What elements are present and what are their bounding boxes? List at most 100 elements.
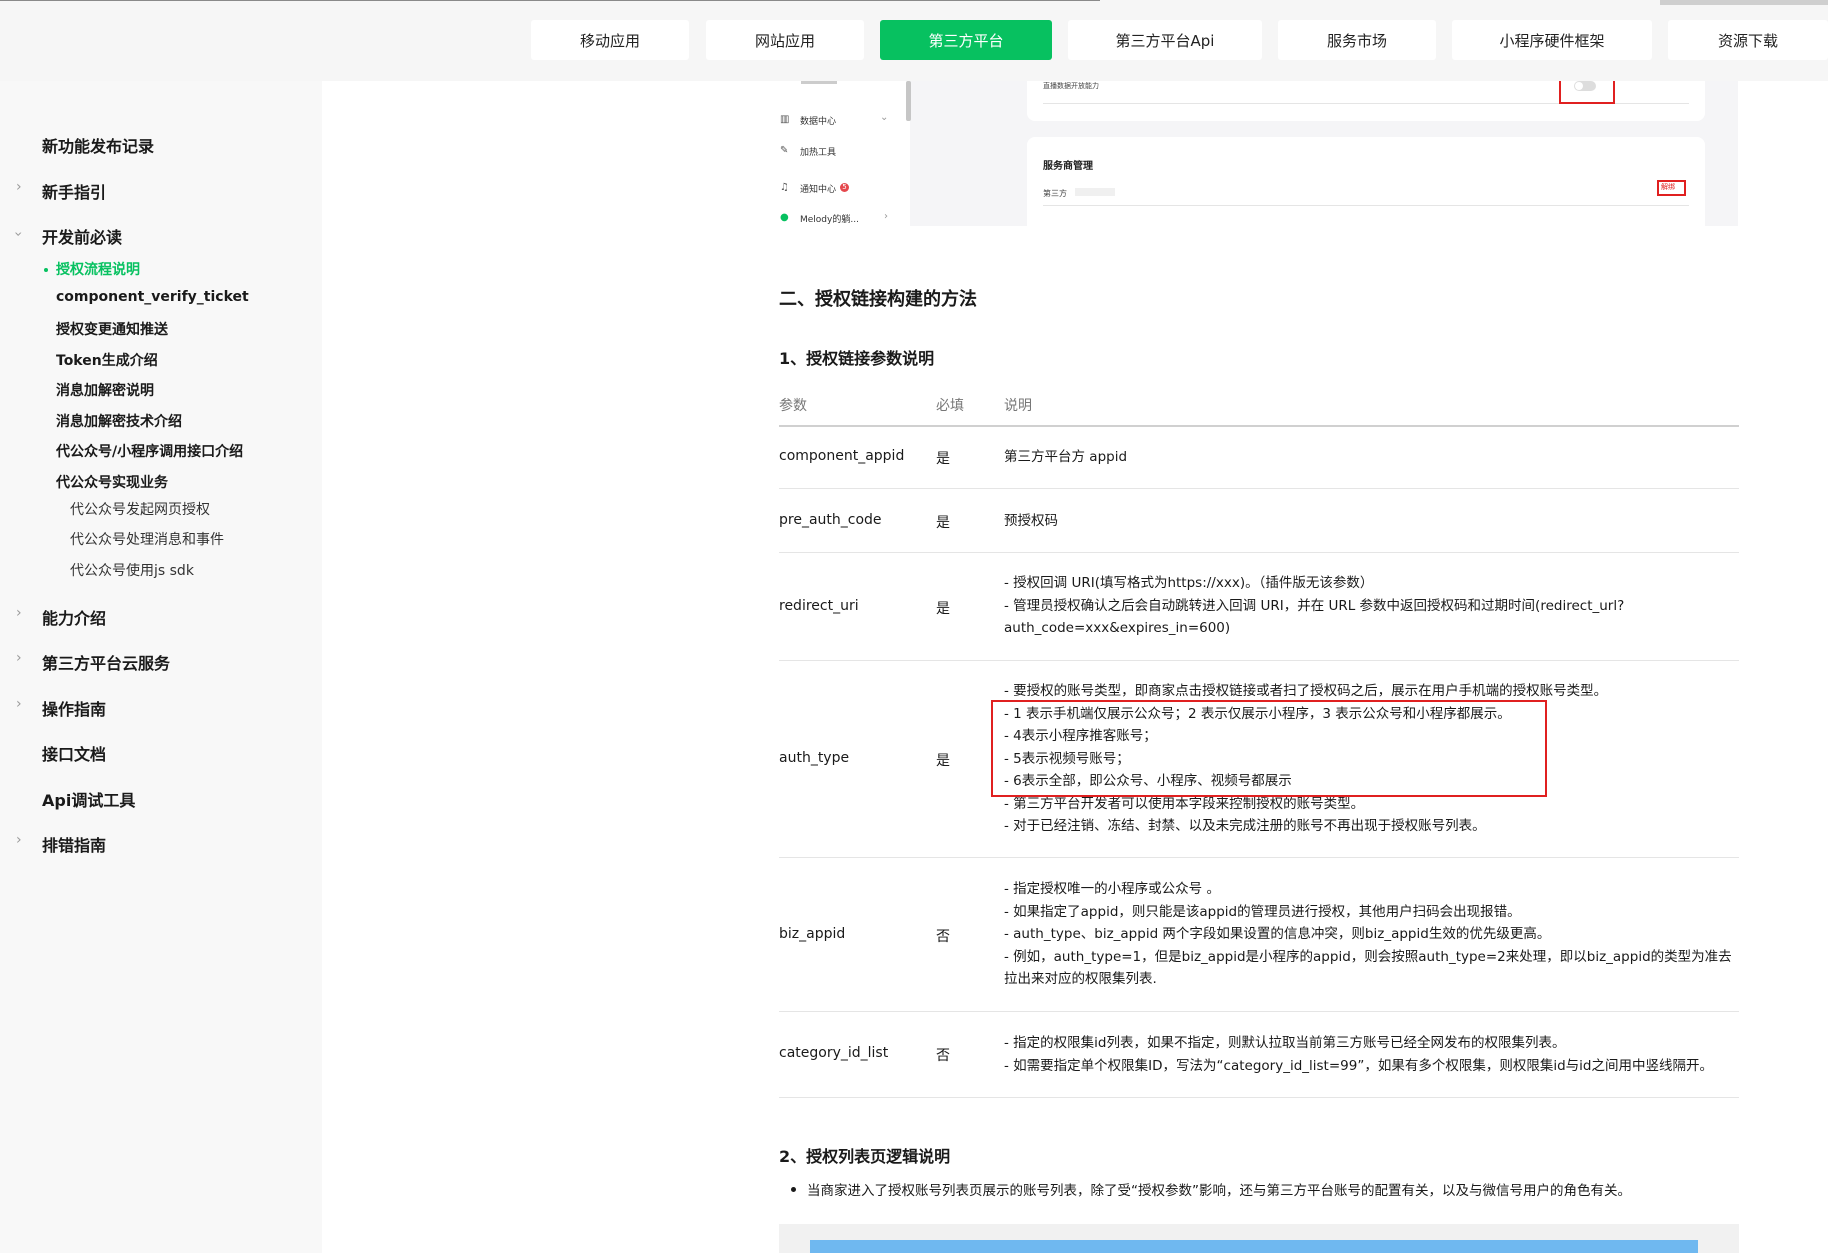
description-line: 拉出来对应的权限集列表.	[1004, 971, 1157, 987]
table-cell-description: - 授权回调 URI(填写格式为https://xxx)。（插件版无该参数） -…	[1004, 572, 1740, 640]
description-line: - 授权回调 URI(填写格式为https://xxx)。（插件版无该参数）	[1004, 575, 1374, 591]
table-cell-required: 是	[936, 515, 950, 531]
tab-resource-download[interactable]: 资源下载	[1668, 20, 1828, 60]
tab-miniprogram-hardware[interactable]: 小程序硬件框架	[1452, 20, 1652, 60]
embedded-screenshot: ▥ 数据中心 ⌄ ✎ 加热工具 ♫ 通知中心 5 ● Melody的躺... ›…	[780, 81, 1738, 226]
window-edge	[0, 0, 1100, 1]
description-line: auth_code=xxx&expires_in=600)	[1004, 620, 1231, 636]
table-cell-param: redirect_uri	[779, 598, 859, 614]
description-line: - 对于已经注销、冻结、封禁、以及未完成注册的账号不再出现于授权账号列表。	[1004, 818, 1486, 834]
description-line: - 如需要指定单个权限集ID，写法为“category_id_list=99”，…	[1004, 1057, 1713, 1074]
sidebar-subitem-auth-flow[interactable]: 授权流程说明	[56, 259, 140, 279]
toggle-label: 直播数据开放能力	[1043, 82, 1099, 90]
screenshot-card: 直播数据开放能力	[1027, 81, 1705, 121]
table-cell-param: auth_type	[779, 750, 850, 766]
sidebar-subitem-encryption[interactable]: 消息加解密说明	[56, 380, 154, 400]
description-line: - 如果指定了appid，则只能是该appid的管理员进行授权，其他用户扫码会出…	[1004, 903, 1521, 920]
chevron-down-icon: ⌄	[880, 112, 889, 123]
chevron-right-icon[interactable]: ›	[16, 697, 22, 711]
sidebar-subitem-verify-ticket[interactable]: component_verify_ticket	[56, 289, 249, 305]
description-line: - 例如，auth_type=1，但是biz_appid是小程序的appid，则…	[1004, 948, 1732, 965]
sidebar-item-cloud-service[interactable]: 第三方平台云服务	[42, 650, 170, 674]
tab-website-app[interactable]: 网站应用	[706, 20, 864, 60]
card-title: 服务商管理	[1043, 161, 1093, 172]
divider	[1043, 205, 1689, 206]
sidebar-subitem-token[interactable]: Token生成介绍	[56, 350, 158, 370]
sidebar-item-troubleshooting[interactable]: 排错指南	[42, 832, 106, 856]
sidebar-subsubitem-messages[interactable]: 代公众号处理消息和事件	[70, 529, 224, 549]
bullet-text: 当商家进入了授权账号列表页展示的账号列表，除了受“授权参数”影响，还与第三方平台…	[807, 1183, 1631, 1199]
sidebar-item-operation-guide[interactable]: 操作指南	[42, 696, 106, 720]
sidebar-item-release-notes[interactable]: 新功能发布记录	[42, 133, 154, 157]
sidebar-subitem-proxy-api[interactable]: 代公众号/小程序调用接口介绍	[56, 441, 243, 461]
table-cell-description: - 指定授权唯一的小程序或公众号 。 - 如果指定了appid，则只能是该app…	[1004, 878, 1740, 991]
sidebar: 新功能发布记录 › 新手指引 › 开发前必读 授权流程说明 component_…	[0, 81, 322, 1253]
subsection-title: 1、授权链接参数说明	[779, 349, 935, 368]
sidebar-subsubitem-jssdk[interactable]: 代公众号使用js sdk	[70, 560, 194, 580]
chevron-right-icon[interactable]: ›	[16, 180, 22, 194]
table-header-description: 说明	[1004, 398, 1032, 414]
table-header-required: 必填	[936, 398, 964, 414]
table-cell-required: 是	[936, 753, 950, 769]
table-cell-param: category_id_list	[779, 1045, 889, 1061]
table-header-param: 参数	[779, 398, 807, 414]
notification-badge: 5	[840, 183, 849, 192]
cropped-text	[801, 81, 837, 84]
description-line: 第三方平台方 appid	[1004, 449, 1128, 465]
sidebar-subsubitem-web-auth[interactable]: 代公众号发起网页授权	[70, 499, 210, 519]
menu-label: Melody的躺...	[800, 215, 859, 225]
screenshot-card: 服务商管理 第三方 解绑	[1027, 137, 1705, 226]
table-row-divider	[779, 552, 1739, 553]
edit-icon: ✎	[780, 145, 789, 156]
sidebar-item-read-before-dev[interactable]: 开发前必读	[42, 224, 122, 248]
blurred-text	[1075, 188, 1115, 196]
bell-icon: ♫	[780, 182, 789, 193]
highlight-box	[991, 700, 1547, 797]
description-line: 预授权码	[1004, 513, 1058, 529]
subsection-title: 2、授权列表页逻辑说明	[779, 1147, 951, 1166]
sidebar-item-api-debug[interactable]: Api调试工具	[42, 787, 135, 811]
table-cell-description: 第三方平台方 appid	[1004, 446, 1740, 469]
tab-mobile-app[interactable]: 移动应用	[531, 20, 689, 60]
unbind-link: 解绑	[1661, 183, 1675, 191]
chevron-down-icon[interactable]: ›	[10, 231, 26, 237]
menu-label: 通知中心	[800, 185, 837, 195]
screenshot-side-menu: ▥ 数据中心 ⌄ ✎ 加热工具 ♫ 通知中心 5 ● Melody的躺... ›	[780, 81, 910, 226]
table-cell-description: 预授权码	[1004, 510, 1740, 533]
chevron-right-icon[interactable]: ›	[16, 833, 22, 847]
table-row-divider	[779, 1097, 1739, 1098]
table-cell-required: 是	[936, 451, 950, 467]
row-label: 第三方	[1043, 189, 1067, 198]
description-line: - 指定的权限集id列表，如果不指定，则默认拉取当前第三方账号已经全网发布的权限…	[1004, 1035, 1566, 1051]
sidebar-item-capabilities[interactable]: 能力介绍	[42, 605, 106, 629]
sidebar-subitem-encryption-tech[interactable]: 消息加解密技术介绍	[56, 411, 182, 431]
chevron-right-icon[interactable]: ›	[16, 651, 22, 665]
table-cell-description: - 指定的权限集id列表，如果不指定，则默认拉取当前第三方账号已经全网发布的权限…	[1004, 1032, 1740, 1077]
bullet-icon	[791, 1187, 796, 1192]
table-row-divider	[779, 1011, 1739, 1012]
description-line: - 指定授权唯一的小程序或公众号 。	[1004, 881, 1220, 897]
window-edge	[1660, 0, 1828, 5]
tab-third-party-api[interactable]: 第三方平台Api	[1068, 20, 1262, 60]
tab-service-market[interactable]: 服务市场	[1278, 20, 1436, 60]
chevron-right-icon[interactable]: ›	[16, 606, 22, 620]
table-row-divider	[779, 488, 1739, 489]
sidebar-subitem-proxy-business[interactable]: 代公众号实现业务	[56, 472, 168, 492]
sidebar-item-beginner-guide[interactable]: 新手指引	[42, 179, 106, 203]
description-line: - auth_type、biz_appid 两个字段如果设置的信息冲突，则biz…	[1004, 926, 1551, 942]
menu-label: 数据中心	[800, 117, 837, 127]
sidebar-subitem-auth-change-push[interactable]: 授权变更通知推送	[56, 319, 168, 339]
screenshot-scrollbar	[906, 81, 911, 121]
table-cell-required: 否	[936, 929, 950, 945]
description-line: - 管理员授权确认之后会自动跳转进入回调 URI，并在 URL 参数中返回授权码…	[1004, 597, 1625, 614]
sidebar-item-api-docs[interactable]: 接口文档	[42, 741, 106, 765]
embedded-image-banner	[810, 1240, 1698, 1253]
section-title: 二、授权链接构建的方法	[779, 289, 977, 310]
chevron-right-icon: ›	[884, 211, 888, 222]
table-cell-required: 是	[936, 601, 950, 617]
table-row-divider	[779, 857, 1739, 858]
chart-icon: ▥	[780, 114, 790, 125]
tab-third-party-platform[interactable]: 第三方平台	[880, 20, 1052, 60]
top-nav-bar: 移动应用 网站应用 第三方平台 第三方平台Api 服务市场 小程序硬件框架 资源…	[0, 0, 1828, 81]
user-avatar-icon: ●	[780, 212, 789, 223]
